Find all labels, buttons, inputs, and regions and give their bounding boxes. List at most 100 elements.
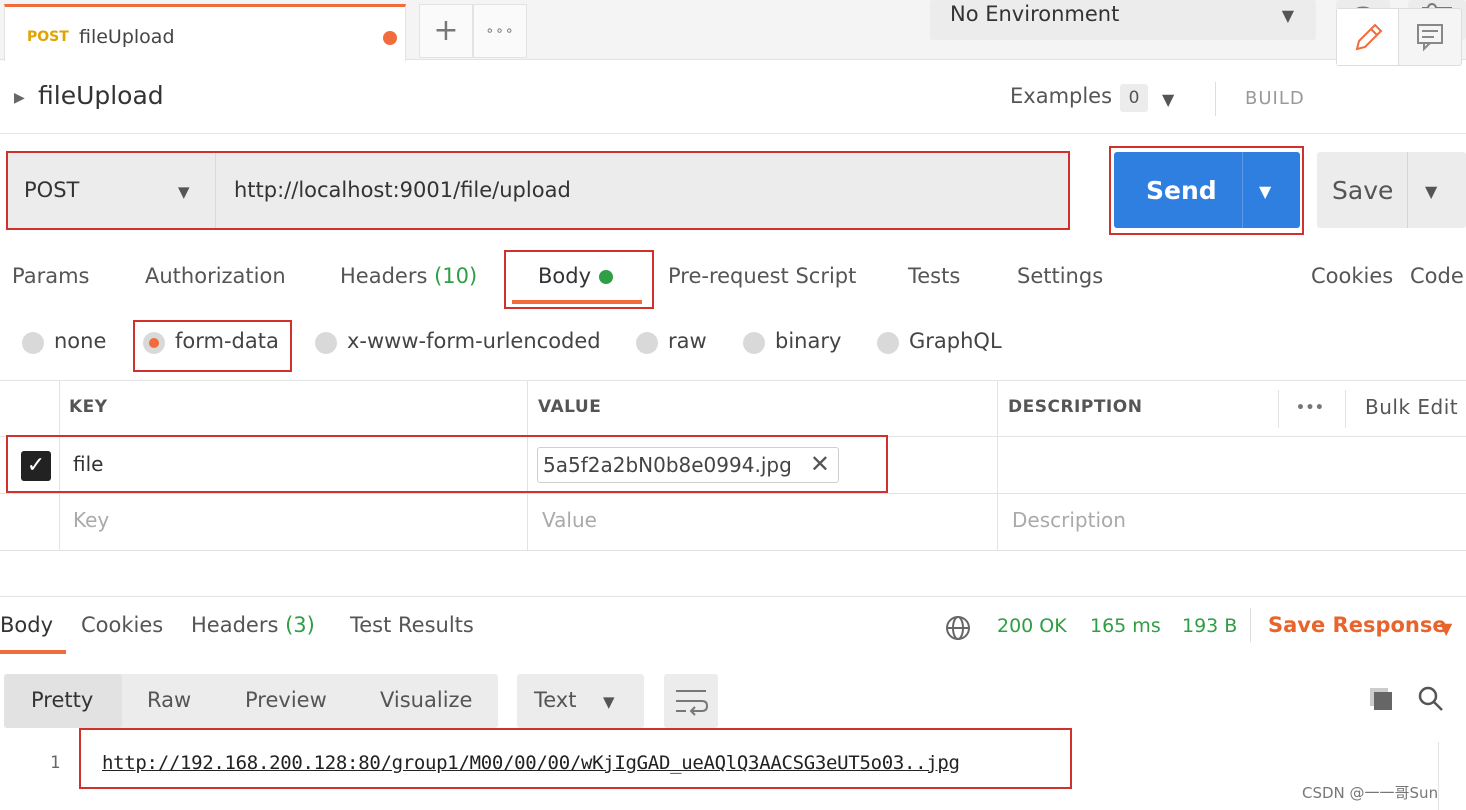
tab-pre-request-script[interactable]: Pre-request Script xyxy=(668,264,856,288)
check-icon: ✓ xyxy=(26,453,46,478)
radio-none-label[interactable]: none xyxy=(54,329,106,353)
tab-body[interactable]: Body xyxy=(538,264,591,288)
environment-select[interactable]: No Environment ▼ xyxy=(930,0,1316,40)
watermark: CSDN @一一哥Sun xyxy=(1302,784,1439,802)
file-name: 5a5f2a2bN0b8e0994.jpg xyxy=(543,453,792,477)
row-key[interactable]: file xyxy=(73,452,103,476)
table-border xyxy=(0,550,1466,551)
code-link[interactable]: Code xyxy=(1410,264,1464,288)
build-label[interactable]: BUILD xyxy=(1245,88,1305,109)
wrap-lines-button[interactable] xyxy=(664,674,718,728)
table-border xyxy=(527,381,528,550)
active-tab-underline xyxy=(512,300,642,304)
edit-mode-button[interactable] xyxy=(1337,9,1399,65)
response-tab-headers-label: Headers xyxy=(191,613,279,637)
table-border xyxy=(1278,390,1279,428)
response-size[interactable]: 193 B xyxy=(1182,615,1237,637)
copy-icon[interactable] xyxy=(1366,684,1396,714)
response-tab-cookies[interactable]: Cookies xyxy=(81,613,163,637)
close-icon[interactable]: ✕ xyxy=(810,450,830,478)
column-header-description: DESCRIPTION xyxy=(1008,397,1143,417)
tab-settings[interactable]: Settings xyxy=(1017,264,1103,288)
examples-count: 0 xyxy=(1120,84,1148,112)
tab-headers[interactable]: Headers (10) xyxy=(340,264,477,288)
request-title[interactable]: fileUpload xyxy=(38,81,164,110)
radio-urlencoded-label[interactable]: x-www-form-urlencoded xyxy=(347,329,601,353)
radio-raw-label[interactable]: raw xyxy=(668,329,707,353)
response-time[interactable]: 165 ms xyxy=(1090,615,1161,637)
radio-form-data-label[interactable]: form-data xyxy=(175,329,279,353)
response-tab-body[interactable]: Body xyxy=(0,613,53,637)
divider xyxy=(1242,152,1243,228)
scrollbar-track[interactable] xyxy=(1438,742,1439,810)
save-response-button[interactable]: Save Response xyxy=(1268,613,1447,637)
tab-headers-label: Headers xyxy=(340,264,428,288)
chevron-down-icon[interactable]: ▼ xyxy=(1425,182,1437,201)
tab-name: fileUpload xyxy=(79,26,175,48)
radio-form-data[interactable] xyxy=(143,332,165,354)
more-tabs-button[interactable]: ∘∘∘ xyxy=(473,4,527,58)
active-tab-underline xyxy=(0,650,66,654)
line-number: 1 xyxy=(50,753,61,773)
table-more-button[interactable]: ••• xyxy=(1296,400,1324,416)
description-input[interactable]: Description xyxy=(1012,508,1126,532)
globe-icon[interactable] xyxy=(944,614,972,642)
unsaved-dot xyxy=(383,31,397,45)
radio-binary-label[interactable]: binary xyxy=(775,329,841,353)
new-tab-button[interactable]: + xyxy=(419,4,473,58)
wrap-icon xyxy=(676,690,709,716)
radio-raw[interactable] xyxy=(636,332,658,354)
value-input[interactable]: Value xyxy=(542,508,597,532)
tab-params[interactable]: Params xyxy=(12,264,90,288)
response-tab-test-results[interactable]: Test Results xyxy=(350,613,474,637)
status-code[interactable]: 200 OK xyxy=(997,615,1067,637)
response-tab-headers[interactable]: Headers (3) xyxy=(191,613,315,637)
radio-graphql[interactable] xyxy=(877,332,899,354)
chevron-down-icon: ▼ xyxy=(178,183,190,201)
table-border xyxy=(0,493,1466,494)
chevron-down-icon[interactable]: ▼ xyxy=(1259,182,1271,201)
body-active-dot xyxy=(599,270,613,284)
column-header-value: VALUE xyxy=(538,397,602,417)
content-type-select[interactable]: Text ▼ xyxy=(517,674,644,728)
tab-tests[interactable]: Tests xyxy=(908,264,960,288)
response-url-link[interactable]: http://192.168.200.128:80/group1/M00/00/… xyxy=(102,752,960,774)
format-raw[interactable]: Raw xyxy=(147,688,191,712)
row-checkbox[interactable]: ✓ xyxy=(21,451,51,481)
chevron-down-icon[interactable]: ▼ xyxy=(1162,90,1174,109)
collapse-caret-icon[interactable]: ▶ xyxy=(14,90,25,106)
tab-authorization[interactable]: Authorization xyxy=(145,264,286,288)
file-chip[interactable]: 5a5f2a2bN0b8e0994.jpg ✕ xyxy=(537,447,839,483)
radio-none[interactable] xyxy=(22,332,44,354)
method-select[interactable]: POST ▼ xyxy=(8,152,216,228)
url-text: http://localhost:9001/file/upload xyxy=(234,178,571,202)
key-input[interactable]: Key xyxy=(73,508,109,532)
cookies-link[interactable]: Cookies xyxy=(1311,264,1393,288)
format-visualize[interactable]: Visualize xyxy=(380,688,472,712)
save-label: Save xyxy=(1332,176,1394,205)
table-border xyxy=(997,381,998,550)
comment-icon xyxy=(1417,24,1443,52)
radio-urlencoded[interactable] xyxy=(315,332,337,354)
environment-label: No Environment xyxy=(950,2,1120,26)
bulk-edit-link[interactable]: Bulk Edit xyxy=(1365,395,1458,419)
column-header-key: KEY xyxy=(69,397,108,417)
search-icon[interactable] xyxy=(1416,684,1446,714)
table-border xyxy=(0,436,1466,437)
request-tab[interactable]: POST fileUpload xyxy=(4,4,406,61)
chevron-down-icon[interactable]: ▼ xyxy=(1440,619,1452,638)
format-pretty[interactable]: Pretty xyxy=(31,688,93,712)
table-border xyxy=(0,380,1466,381)
radio-graphql-label[interactable]: GraphQL xyxy=(909,329,1002,353)
comments-button[interactable] xyxy=(1400,9,1461,65)
response-headers-count: (3) xyxy=(285,613,315,637)
examples-label[interactable]: Examples xyxy=(1010,84,1112,108)
save-button[interactable]: Save ▼ xyxy=(1317,152,1466,228)
url-input[interactable]: http://localhost:9001/file/upload xyxy=(216,152,1068,228)
chevron-down-icon: ▼ xyxy=(1281,6,1294,25)
headers-count: (10) xyxy=(434,264,478,288)
send-button[interactable]: Send ▼ xyxy=(1114,152,1300,228)
chevron-down-icon: ▼ xyxy=(603,693,615,711)
radio-binary[interactable] xyxy=(743,332,765,354)
format-preview[interactable]: Preview xyxy=(245,688,327,712)
